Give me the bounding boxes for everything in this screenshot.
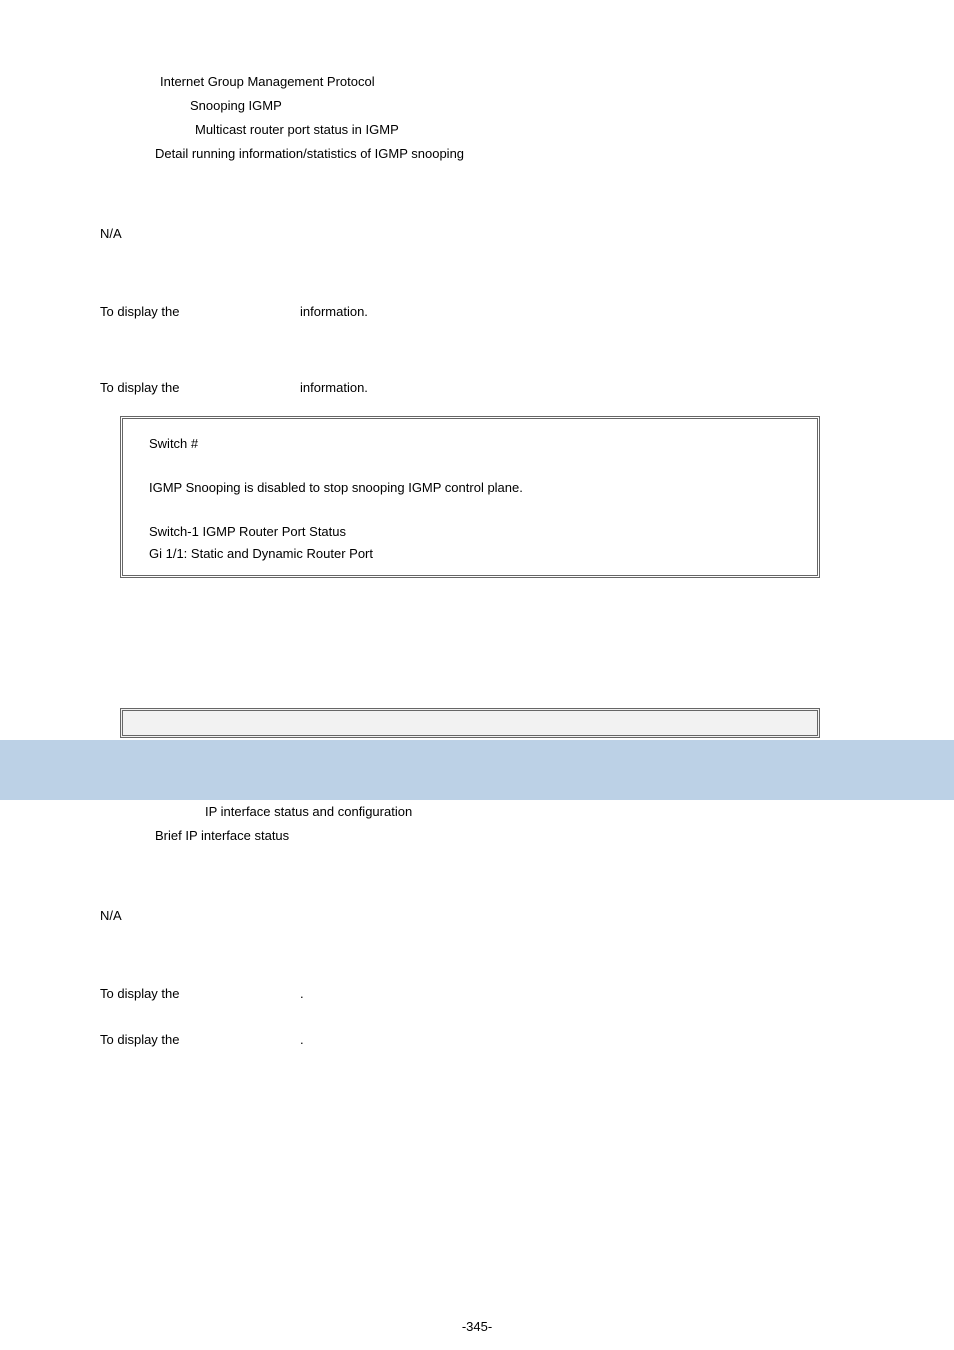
- def-line-detail: Detail running information/statistics of…: [155, 142, 854, 166]
- page-root: Internet Group Management Protocol Snoop…: [0, 0, 954, 1350]
- section-heading-band: [0, 740, 954, 800]
- default-na: N/A: [100, 222, 854, 246]
- usage-row-2: To display the information.: [100, 378, 854, 398]
- def-line-snooping: Snooping IGMP: [190, 94, 854, 118]
- def-line-igmp: Internet Group Management Protocol: [160, 70, 854, 94]
- def-line-interface: IP interface status and configuration: [205, 800, 854, 824]
- usage3-prefix: To display the: [100, 984, 300, 1004]
- cli-output-box: Switch # IGMP Snooping is disabled to st…: [120, 416, 820, 578]
- default-na-2: N/A: [100, 904, 854, 928]
- page-number: -345-: [0, 1319, 954, 1334]
- cli-line-port: Gi 1/1: Static and Dynamic Router Port: [149, 543, 791, 565]
- def-line-mrouter: Multicast router port status in IGMP: [195, 118, 854, 142]
- usage3-suffix: .: [300, 984, 854, 1004]
- cli-line-status-header: Switch-1 IGMP Router Port Status: [149, 521, 791, 543]
- usage-row-4: To display the .: [100, 1030, 854, 1050]
- def-line-brief: Brief IP interface status: [155, 824, 854, 848]
- cli-line-disabled: IGMP Snooping is disabled to stop snoopi…: [149, 477, 791, 499]
- usage4-prefix: To display the: [100, 1030, 300, 1050]
- usage2-prefix: To display the: [100, 378, 300, 398]
- cli-prompt: Switch #: [149, 433, 791, 455]
- usage1-suffix: information.: [300, 302, 854, 322]
- syntax-box: [120, 708, 820, 738]
- usage-row-1: To display the information.: [100, 302, 854, 322]
- usage2-suffix: information.: [300, 378, 854, 398]
- usage4-suffix: .: [300, 1030, 854, 1050]
- usage1-prefix: To display the: [100, 302, 300, 322]
- usage-row-3: To display the .: [100, 984, 854, 1004]
